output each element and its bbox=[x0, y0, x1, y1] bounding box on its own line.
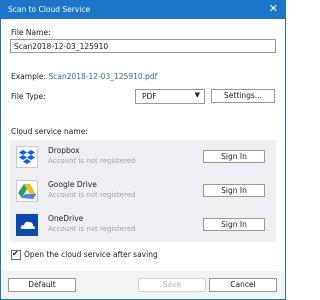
cancel-button[interactable]: Cancel bbox=[209, 278, 277, 292]
file-type-select[interactable]: PDF ▼ bbox=[135, 89, 205, 104]
dialog-footer: Default Save Cancel bbox=[1, 271, 285, 299]
file-name-field[interactable] bbox=[10, 39, 276, 53]
dropbox-icon bbox=[16, 146, 38, 168]
settings-button[interactable]: Settings... bbox=[211, 89, 275, 103]
sign-in-label: Sign In bbox=[221, 186, 247, 195]
service-name: Dropbox bbox=[48, 146, 80, 155]
example-filename: Scan2018-12-03_125910.pdf bbox=[48, 72, 158, 81]
close-icon[interactable]: ✕ bbox=[269, 3, 278, 15]
service-status: Account is not registered bbox=[48, 191, 136, 199]
sign-in-label: Sign In bbox=[221, 152, 247, 161]
scan-to-cloud-dialog: Scan to Cloud Service ✕ File Name: Examp… bbox=[0, 0, 286, 300]
service-row-onedrive: OneDrive Account is not registered Sign … bbox=[10, 208, 276, 242]
dropbox-sign-in-button[interactable]: Sign In bbox=[203, 150, 265, 163]
default-button[interactable]: Default bbox=[8, 278, 76, 292]
settings-button-label: Settings... bbox=[224, 91, 262, 100]
onedrive-sign-in-button[interactable]: Sign In bbox=[203, 218, 265, 231]
file-name-label: File Name: bbox=[11, 28, 51, 37]
default-button-label: Default bbox=[28, 280, 56, 289]
service-row-google-drive: Google Drive Account is not registered S… bbox=[10, 174, 276, 208]
save-button-label: Save bbox=[162, 280, 182, 289]
file-type-value: PDF bbox=[142, 92, 157, 101]
service-row-dropbox: Dropbox Account is not registered Sign I… bbox=[10, 140, 276, 174]
onedrive-icon bbox=[16, 214, 38, 236]
cloud-service-label: Cloud service name: bbox=[11, 127, 88, 136]
google-drive-icon bbox=[16, 180, 38, 202]
service-name: Google Drive bbox=[48, 180, 97, 189]
sign-in-label: Sign In bbox=[221, 220, 247, 229]
chevron-down-icon: ▼ bbox=[194, 91, 200, 99]
service-status: Account is not registered bbox=[48, 225, 136, 233]
example-label: Example: Scan2018-12-03_125910.pdf bbox=[11, 72, 157, 81]
open-after-saving-label[interactable]: Open the cloud service after saving bbox=[24, 250, 158, 259]
cancel-button-label: Cancel bbox=[230, 280, 256, 289]
google-drive-sign-in-button[interactable]: Sign In bbox=[203, 184, 265, 197]
checkmark-icon: ✔ bbox=[12, 249, 19, 258]
service-name: OneDrive bbox=[48, 214, 84, 223]
window-title: Scan to Cloud Service bbox=[8, 5, 91, 14]
service-status: Account is not registered bbox=[48, 157, 136, 165]
title-bar: Scan to Cloud Service ✕ bbox=[1, 1, 285, 19]
file-name-input[interactable] bbox=[11, 40, 275, 52]
example-prefix: Example: bbox=[11, 72, 47, 81]
save-button[interactable]: Save bbox=[138, 278, 206, 292]
file-type-label: File Type: bbox=[11, 92, 46, 101]
open-after-saving-checkbox[interactable]: ✔ bbox=[11, 249, 21, 260]
